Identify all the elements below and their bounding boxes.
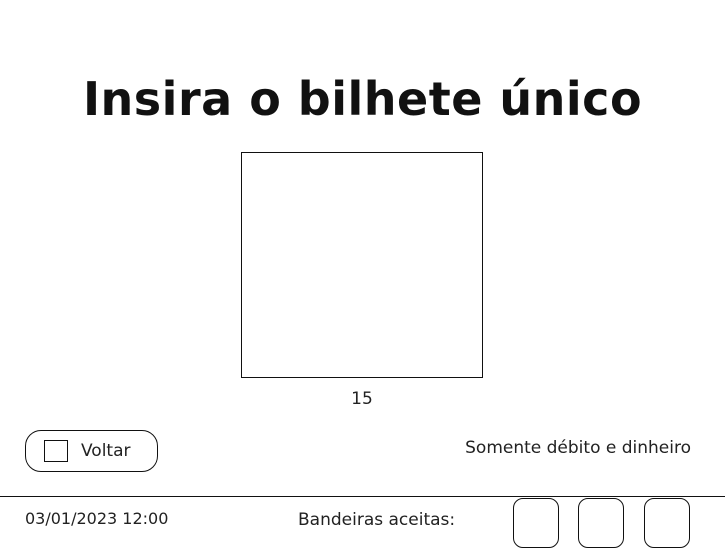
- card-insert-area: [241, 152, 483, 378]
- accepted-brands-label: Bandeiras aceitas:: [298, 510, 456, 530]
- footer-datetime: 03/01/2023 12:00: [25, 509, 169, 528]
- countdown-timer: 15: [351, 389, 373, 409]
- card-brand-slot: [578, 498, 624, 548]
- payment-methods-note: Somente débito e dinheiro: [465, 438, 691, 458]
- back-button[interactable]: Voltar: [25, 430, 158, 472]
- page-title: Insira o bilhete único: [82, 72, 643, 126]
- card-brand-slot: [644, 498, 690, 548]
- footer-divider: [0, 496, 725, 497]
- card-brand-slot: [513, 498, 559, 548]
- back-button-label: Voltar: [81, 441, 131, 461]
- square-icon: [44, 440, 68, 462]
